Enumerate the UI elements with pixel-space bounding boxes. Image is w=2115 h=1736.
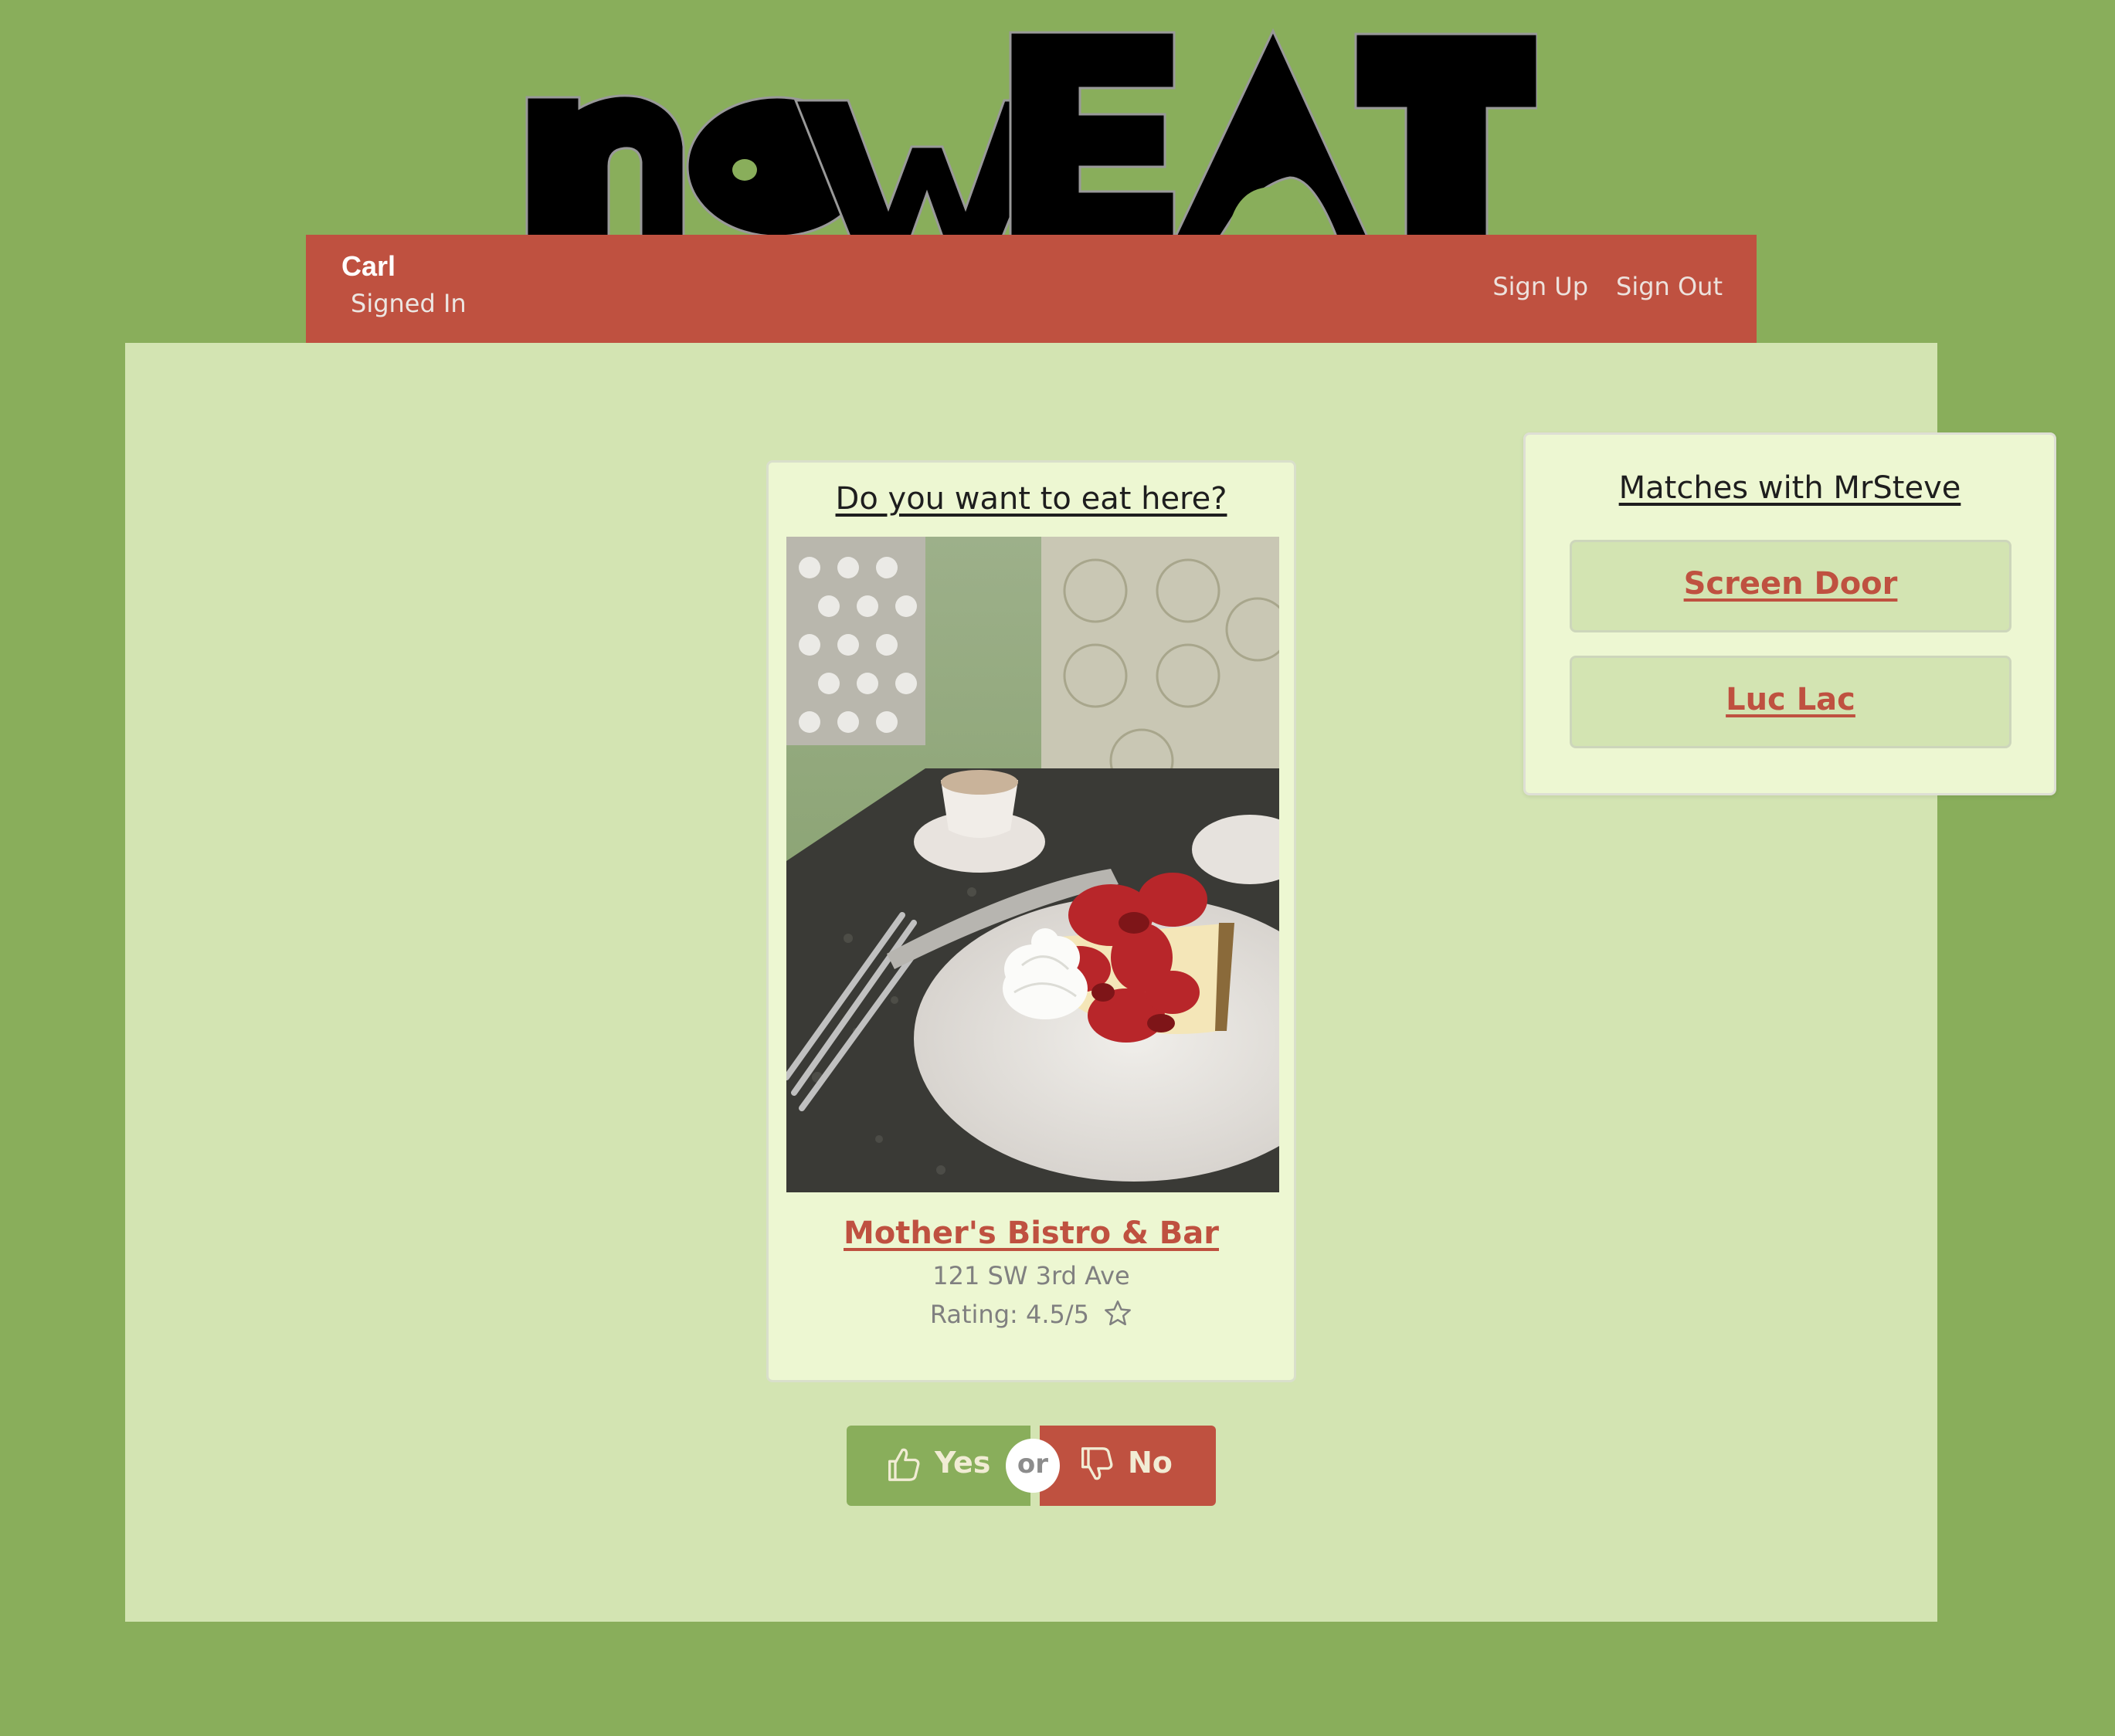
sign-up-link[interactable]: Sign Up [1492, 272, 1588, 301]
restaurant-photo [786, 537, 1279, 1192]
yes-label: Yes [935, 1446, 991, 1480]
top-navbar: Carl Signed In Sign Up Sign Out [306, 235, 1757, 343]
matches-title: Matches with MrSteve [1618, 470, 1961, 506]
restaurant-card: Do you want to eat here? Mother's Bistro… [766, 460, 1296, 1382]
match-item-label: Screen Door [1683, 566, 1898, 602]
rating-text: Rating: 4.5/5 [929, 1300, 1089, 1329]
thumbs-down-icon [1080, 1446, 1114, 1486]
restaurant-name-link[interactable]: Mother's Bistro & Bar [769, 1216, 1294, 1251]
match-item[interactable]: Screen Door [1570, 540, 2011, 632]
app-logo [525, 23, 1537, 236]
yes-button[interactable]: Yes [847, 1426, 1030, 1506]
no-button[interactable]: No [1040, 1426, 1216, 1506]
restaurant-address: 121 SW 3rd Ave [932, 1261, 1130, 1290]
vote-button-group: Yes No or [847, 1426, 1216, 1506]
nav-links: Sign Up Sign Out [1492, 272, 1723, 301]
match-item[interactable]: Luc Lac [1570, 656, 2011, 748]
matches-panel: Matches with MrSteve Screen Door Luc Lac [1523, 432, 2056, 795]
no-label: No [1128, 1446, 1173, 1480]
thumbs-up-icon [887, 1446, 921, 1486]
or-divider: or [1006, 1439, 1060, 1493]
card-question: Do you want to eat here? [835, 481, 1227, 517]
match-item-label: Luc Lac [1726, 682, 1855, 717]
restaurant-rating: Rating: 4.5/5 [769, 1300, 1294, 1334]
signed-in-status: Signed In [351, 289, 467, 318]
current-user-name: Carl [341, 250, 396, 282]
star-outline-icon [1103, 1300, 1132, 1334]
sign-out-link[interactable]: Sign Out [1616, 272, 1723, 301]
